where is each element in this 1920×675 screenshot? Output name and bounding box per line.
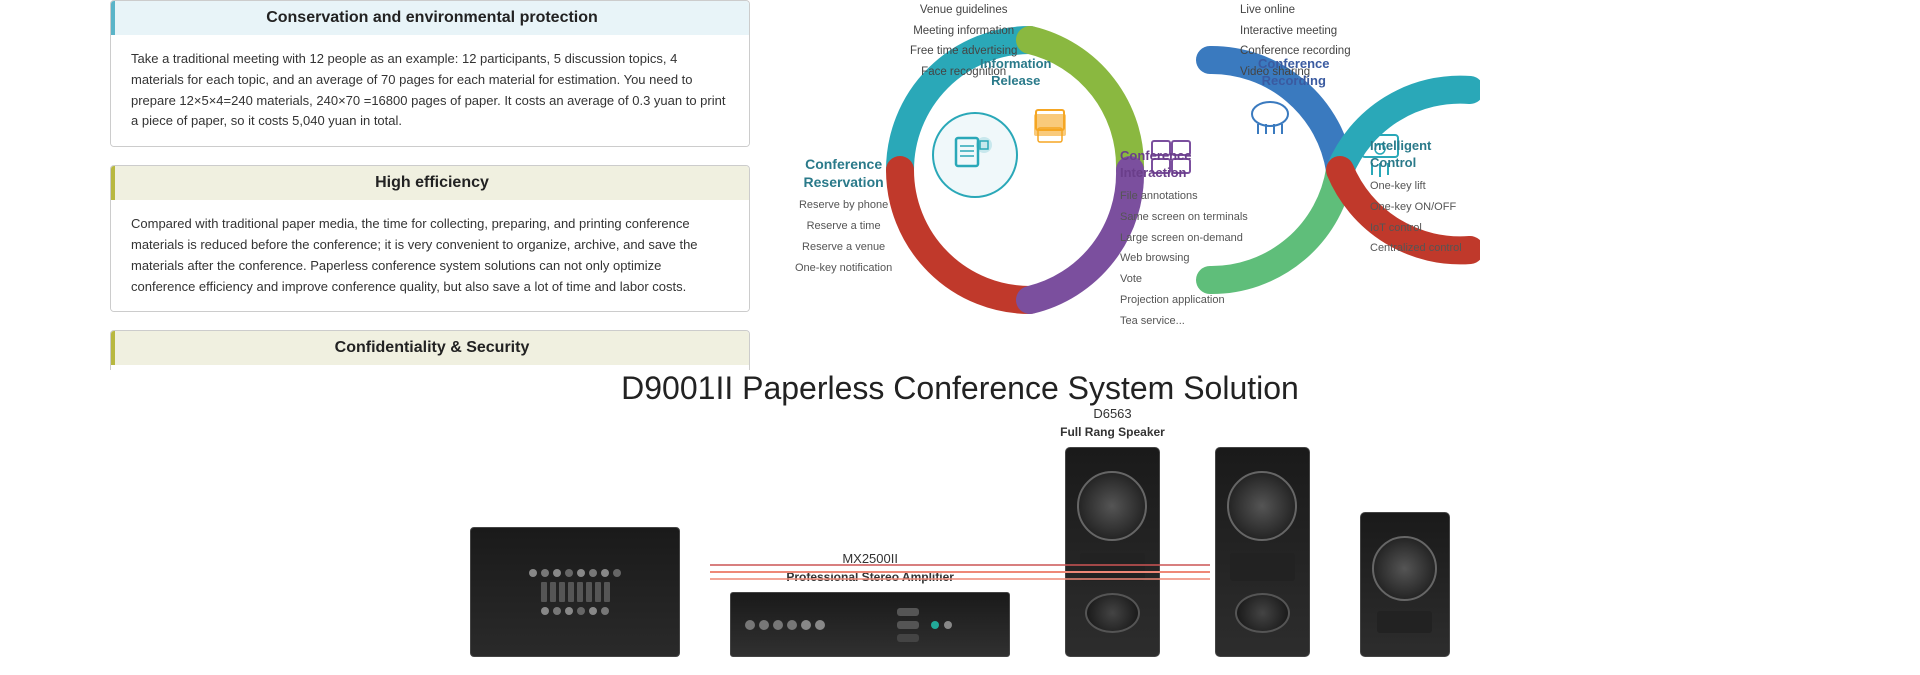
speaker-tall-2: [1215, 447, 1310, 657]
conf-reservation-group: ConferenceReservation Reserve by phone R…: [795, 155, 892, 279]
projection-app: Projection application: [1120, 290, 1248, 311]
large-screen: Large screen on-demand: [1120, 228, 1248, 249]
conf-interaction-title: ConferenceInteraction: [1120, 148, 1248, 182]
conservation-block: Conservation and environmental protectio…: [110, 0, 750, 147]
one-key-onoff: One-key ON/OFF: [1370, 197, 1480, 218]
speaker-short: [1360, 512, 1450, 657]
intelligent-control-title: Intelligent Control: [1370, 138, 1480, 172]
tea-service: Tea service...: [1120, 311, 1248, 332]
conf-interaction-items: File annotations Same screen on terminal…: [1120, 186, 1248, 332]
one-key-notification: One-key notification: [795, 258, 892, 279]
connection-lines: [710, 547, 1210, 602]
bottom-title: D9001II Paperless Conference System Solu…: [0, 370, 1920, 407]
web-browsing: Web browsing: [1120, 248, 1248, 269]
conf-interaction-group: ConferenceInteraction File annotations S…: [1120, 148, 1248, 332]
info-release-group: InformationRelease: [980, 56, 1052, 90]
speaker-sublabel: Full Rang Speaker: [1060, 425, 1165, 439]
reserve-venue: Reserve a venue: [795, 237, 892, 258]
meeting-info-label: Meeting information: [910, 21, 1017, 42]
reserve-time: Reserve a time: [795, 216, 892, 237]
vote: Vote: [1120, 269, 1248, 290]
diagram-section: Venue guidelines Meeting information Fre…: [780, 0, 1480, 345]
speaker-label: D6563: [1093, 406, 1131, 421]
conf-recording-group: ConferenceRecording: [1258, 56, 1330, 90]
intelligent-control-items: One-key lift One-key ON/OFF IoT control …: [1370, 176, 1480, 260]
mixer-equipment: [470, 527, 680, 657]
file-annotations: File annotations: [1120, 186, 1248, 207]
one-key-lift: One-key lift: [1370, 176, 1480, 197]
high-efficiency-title: High efficiency: [111, 166, 749, 200]
conf-recording-title: ConferenceRecording: [1258, 56, 1330, 90]
conf-reservation-items: Reserve by phone Reserve a time Reserve …: [795, 195, 892, 279]
conf-reservation-title: ConferenceReservation: [795, 155, 892, 191]
conservation-body: Take a traditional meeting with 12 peopl…: [111, 35, 749, 146]
speaker-d6563: D6563 Full Rang Speaker: [1060, 406, 1165, 657]
centralized-control: Centralized control: [1370, 238, 1480, 259]
bottom-section: D9001II Paperless Conference System Solu…: [0, 370, 1920, 667]
conservation-title: Conservation and environmental protectio…: [111, 1, 749, 35]
info-release-title: InformationRelease: [980, 56, 1052, 90]
venue-guideline-label: Venue guidelines: [910, 0, 1017, 21]
reserve-phone: Reserve by phone: [795, 195, 892, 216]
confidentiality-title: Confidentiality & Security: [111, 331, 749, 365]
high-efficiency-block: High efficiency Compared with traditiona…: [110, 165, 750, 312]
interactive-meeting-label: Interactive meeting: [1240, 21, 1351, 42]
live-online-label: Live online: [1240, 0, 1351, 21]
same-screen: Same screen on terminals: [1120, 207, 1248, 228]
iot-control: IoT control: [1370, 218, 1480, 239]
high-efficiency-body: Compared with traditional paper media, t…: [111, 200, 749, 311]
intelligent-control-group: Intelligent Control One-key lift One-key…: [1370, 138, 1480, 259]
